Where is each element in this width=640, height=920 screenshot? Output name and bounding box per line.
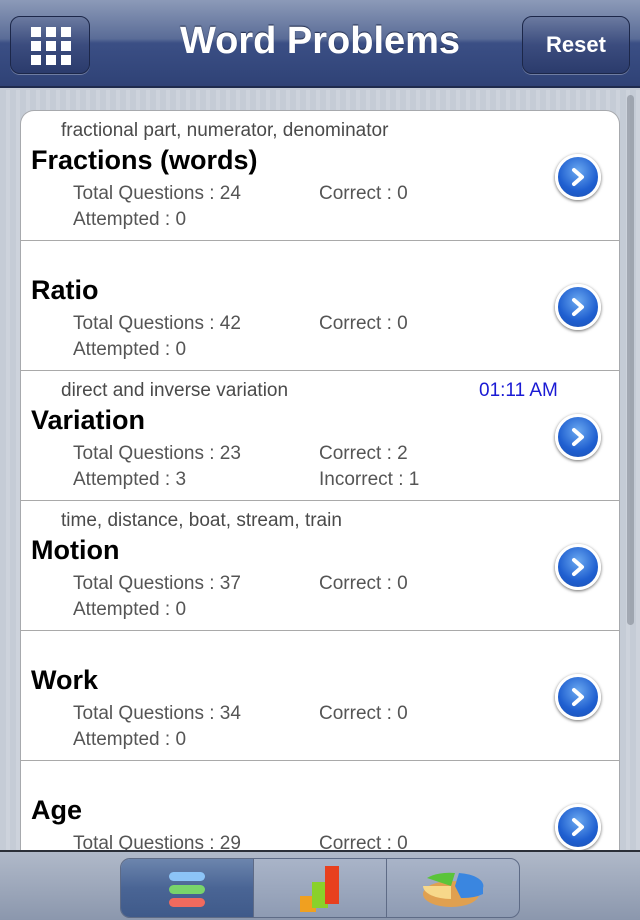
correct-count: Correct : 0 bbox=[319, 703, 408, 724]
chevron-right-icon bbox=[572, 428, 584, 446]
chevron-right-icon bbox=[572, 168, 584, 186]
correct-count: Correct : 0 bbox=[319, 313, 408, 334]
correct-count: Correct : 0 bbox=[319, 183, 408, 204]
list-item[interactable]: Ratio Total Questions : 42 Correct : 0 Atte… bbox=[21, 241, 619, 371]
total-questions: Total Questions : 34 bbox=[73, 703, 241, 724]
incorrect-count: Incorrect : 1 bbox=[319, 469, 420, 490]
scrollbar[interactable] bbox=[627, 95, 634, 625]
correct-count: Correct : 0 bbox=[319, 833, 408, 850]
correct-count: Correct : 0 bbox=[319, 573, 408, 594]
topic-name: Fractions (words) bbox=[31, 145, 258, 175]
topic-name: Motion bbox=[31, 535, 120, 565]
total-questions: Total Questions : 42 bbox=[73, 313, 241, 334]
tab-list[interactable] bbox=[121, 859, 254, 917]
topic-subtitle: fractional part, numerator, denominator bbox=[61, 120, 389, 141]
chevron-right-icon bbox=[572, 558, 584, 576]
disclosure-button[interactable] bbox=[555, 804, 601, 850]
timestamp: 01:11 AM bbox=[479, 380, 558, 401]
tab-bar-chart[interactable] bbox=[254, 859, 387, 917]
list-item[interactable]: direct and inverse variation 01:11 AM Vari… bbox=[21, 371, 619, 501]
total-questions: Total Questions : 24 bbox=[73, 183, 241, 204]
disclosure-button[interactable] bbox=[555, 284, 601, 330]
topic-subtitle: direct and inverse variation bbox=[61, 380, 289, 401]
topic-name: Age bbox=[31, 795, 83, 825]
topic-name: Work bbox=[31, 665, 99, 695]
disclosure-button[interactable] bbox=[555, 674, 601, 720]
disclosure-button[interactable] bbox=[555, 414, 601, 460]
topic-name: Ratio bbox=[31, 275, 99, 305]
attempted-count: Attempted : 0 bbox=[73, 599, 187, 620]
list-item[interactable]: fractional part, numerator, denominator F… bbox=[21, 111, 619, 241]
topic-name: Variation bbox=[31, 405, 146, 435]
topic-list[interactable]: fractional part, numerator, denominator F… bbox=[20, 110, 620, 850]
chevron-right-icon bbox=[572, 688, 584, 706]
disclosure-button[interactable] bbox=[555, 544, 601, 590]
list-item[interactable]: Age Total Questions : 29 Correct : 0 bbox=[21, 761, 619, 850]
tab-pie-chart[interactable] bbox=[387, 859, 519, 917]
reset-button[interactable]: Reset bbox=[522, 16, 630, 74]
navigation-bar: Word Problems Reset bbox=[0, 0, 640, 88]
bar-chart-icon bbox=[300, 866, 339, 912]
segmented-control bbox=[120, 858, 520, 918]
list-icon bbox=[169, 872, 205, 907]
chevron-right-icon bbox=[572, 818, 584, 836]
total-questions: Total Questions : 23 bbox=[73, 443, 241, 464]
pie-chart-icon bbox=[423, 872, 484, 907]
tab-bar bbox=[0, 850, 640, 920]
chevron-right-icon bbox=[572, 298, 584, 316]
correct-count: Correct : 2 bbox=[319, 443, 408, 464]
list-item[interactable]: Work Total Questions : 34 Correct : 0 Attem… bbox=[21, 631, 619, 761]
total-questions: Total Questions : 29 bbox=[73, 833, 241, 850]
topic-subtitle: time, distance, boat, stream, train bbox=[61, 510, 342, 531]
disclosure-button[interactable] bbox=[555, 154, 601, 200]
attempted-count: Attempted : 3 bbox=[73, 469, 187, 490]
attempted-count: Attempted : 0 bbox=[73, 729, 187, 750]
attempted-count: Attempted : 0 bbox=[73, 339, 187, 360]
list-item[interactable]: time, distance, boat, stream, train Motio… bbox=[21, 501, 619, 631]
attempted-count: Attempted : 0 bbox=[73, 209, 187, 230]
total-questions: Total Questions : 37 bbox=[73, 573, 241, 594]
